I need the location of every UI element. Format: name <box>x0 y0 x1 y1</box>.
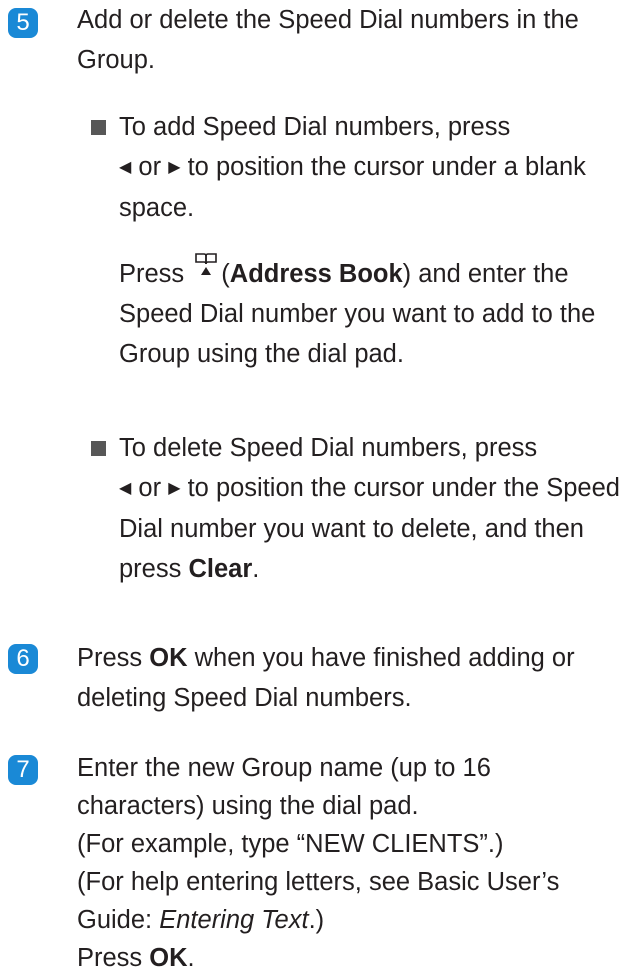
bullet-text: To delete Speed Dial numbers, press ◀ or… <box>119 434 620 583</box>
step-text: Add or delete the Speed Dial numbers in … <box>77 6 579 74</box>
step-number-badge: 7 <box>8 755 38 785</box>
step-number-badge: 6 <box>8 644 38 674</box>
bullet-add-continued: Press (Address Book) and enter the Speed… <box>119 250 621 374</box>
left-arrow-icon: ◀ <box>119 480 132 497</box>
left-arrow-icon: ◀ <box>119 159 132 176</box>
bullet-text: To add Speed Dial numbers, press ◀ or ▶ … <box>119 113 586 222</box>
square-bullet-icon <box>91 120 106 135</box>
manual-page: 5 Add or delete the Speed Dial numbers i… <box>0 0 621 972</box>
step-number-badge: 5 <box>8 8 38 38</box>
step-text: Press OK when you have finished adding o… <box>77 644 575 712</box>
address-book-icon <box>193 250 219 276</box>
right-arrow-icon: ▶ <box>168 159 181 176</box>
right-arrow-icon: ▶ <box>168 480 181 497</box>
square-bullet-icon <box>91 441 106 456</box>
step-text: Enter the new Group name (up to 16 chara… <box>77 754 560 972</box>
